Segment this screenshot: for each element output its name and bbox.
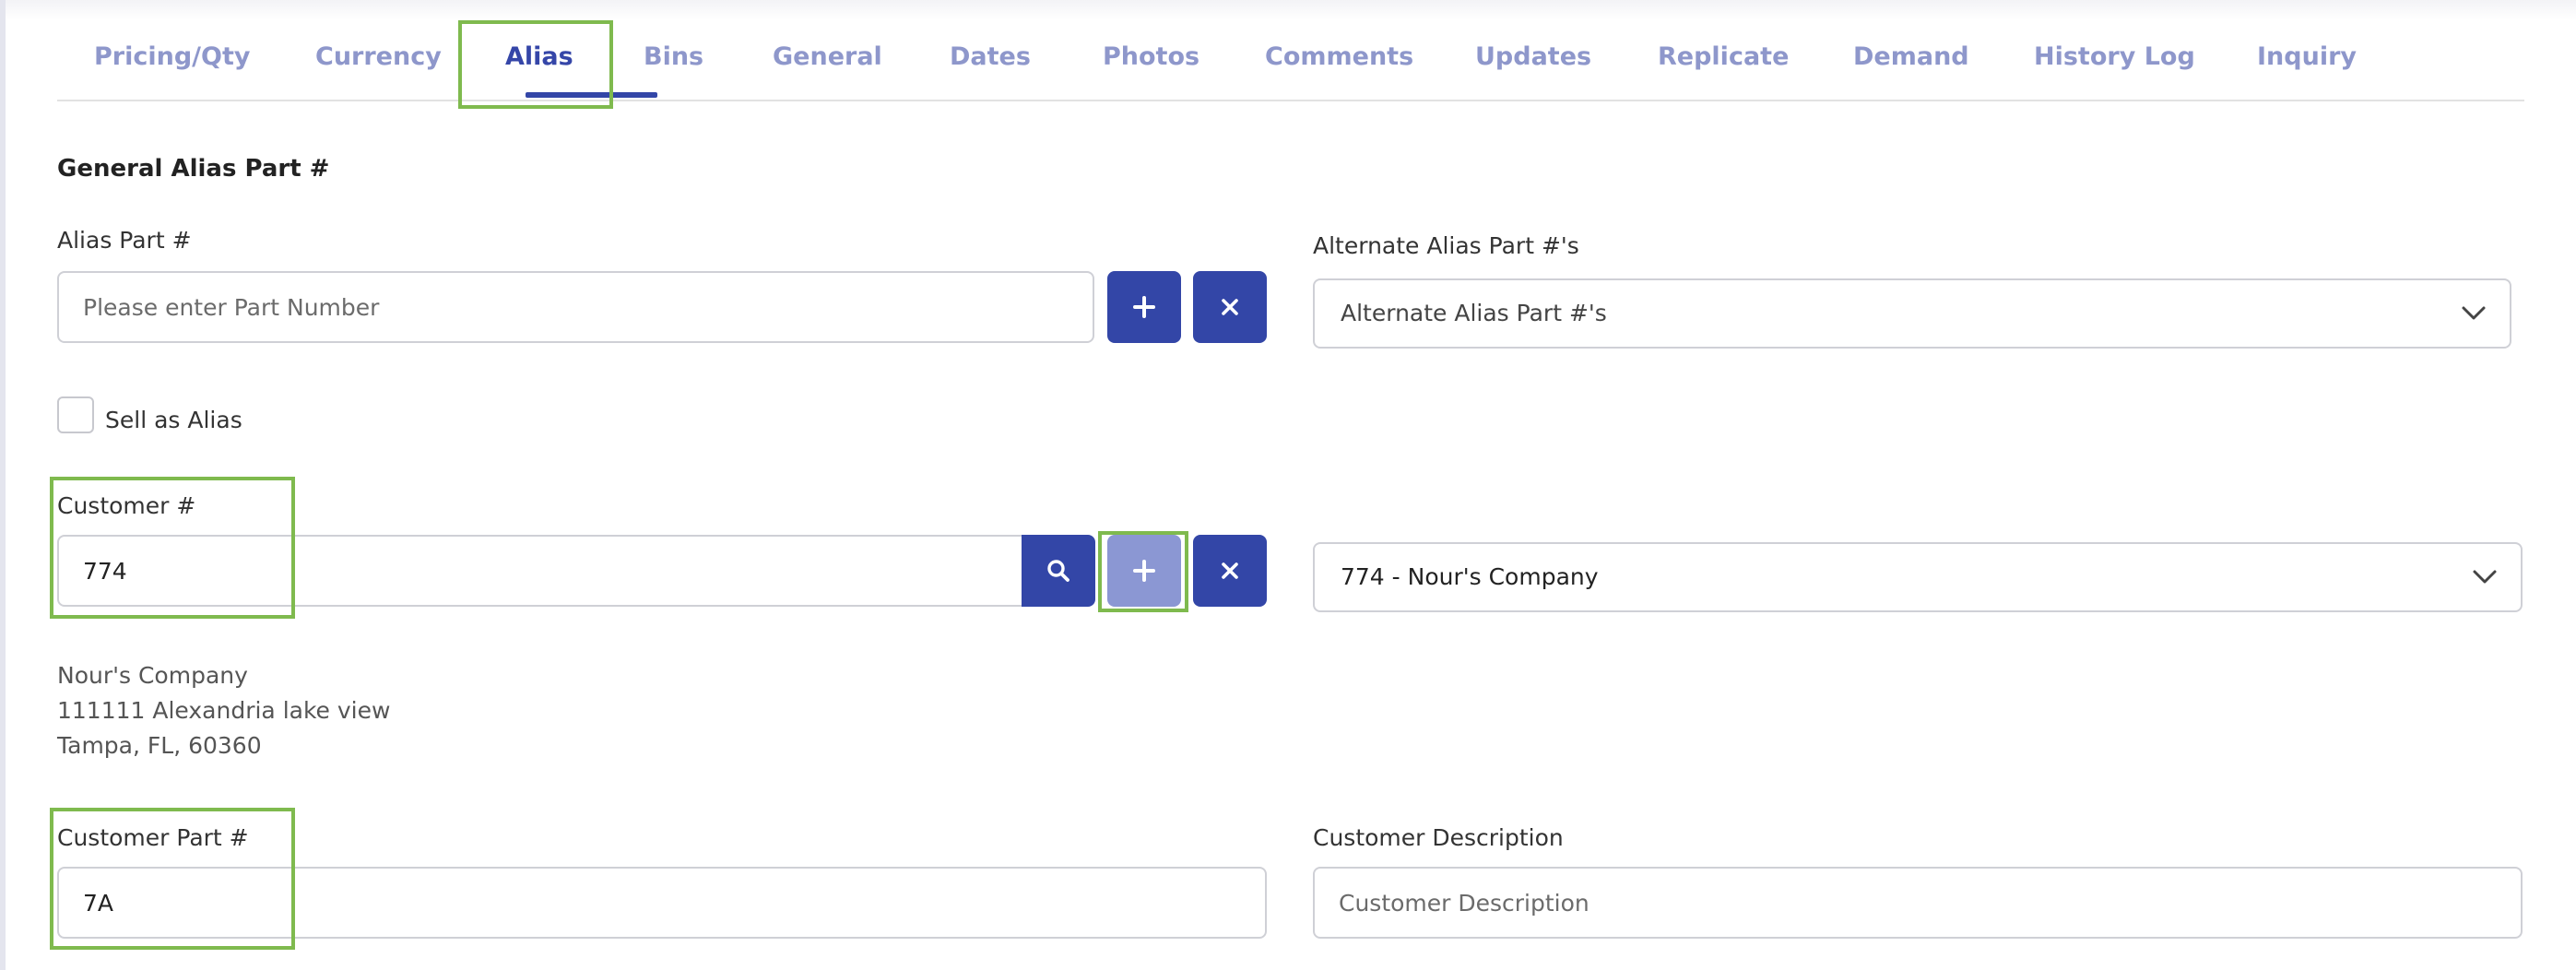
sell-as-alias-checkbox[interactable] bbox=[57, 396, 94, 433]
tab-general[interactable]: General bbox=[773, 0, 882, 100]
tab-photos[interactable]: Photos bbox=[1103, 0, 1199, 100]
tab-history-log[interactable]: History Log bbox=[2034, 0, 2195, 100]
tab-updates[interactable]: Updates bbox=[1475, 0, 1591, 100]
customer-name: Nour's Company bbox=[57, 662, 248, 689]
left-rail bbox=[0, 0, 6, 970]
tab-demand[interactable]: Demand bbox=[1853, 0, 1969, 100]
tab-comments[interactable]: Comments bbox=[1265, 0, 1413, 100]
close-icon bbox=[1222, 299, 1238, 315]
tab-dates[interactable]: Dates bbox=[950, 0, 1031, 100]
add-alias-button[interactable] bbox=[1107, 271, 1181, 343]
section-title: General Alias Part # bbox=[57, 155, 330, 183]
customer-description-label: Customer Description bbox=[1313, 824, 1564, 851]
search-icon bbox=[1047, 560, 1069, 582]
plus-icon bbox=[1133, 296, 1155, 318]
alternate-alias-select[interactable]: Alternate Alias Part #'s bbox=[1313, 278, 2511, 349]
customer-city: Tampa, FL, 60360 bbox=[57, 732, 262, 759]
alternate-alias-selected: Alternate Alias Part #'s bbox=[1341, 300, 1607, 326]
customer-number-label: Customer # bbox=[57, 492, 196, 519]
tab-bins[interactable]: Bins bbox=[644, 0, 703, 100]
clear-alias-button[interactable] bbox=[1193, 271, 1267, 343]
clear-customer-button[interactable] bbox=[1193, 535, 1267, 607]
customer-part-input[interactable] bbox=[57, 867, 1267, 939]
tab-currency[interactable]: Currency bbox=[315, 0, 442, 100]
alternate-alias-label: Alternate Alias Part #'s bbox=[1313, 232, 1579, 259]
tab-replicate[interactable]: Replicate bbox=[1658, 0, 1789, 100]
sell-as-alias-label: Sell as Alias bbox=[105, 407, 242, 433]
tab-inquiry[interactable]: Inquiry bbox=[2257, 0, 2357, 100]
customer-description-input[interactable] bbox=[1313, 867, 2523, 939]
add-customer-button[interactable] bbox=[1107, 535, 1181, 607]
tab-alias[interactable]: Alias bbox=[505, 0, 573, 100]
alias-part-label: Alias Part # bbox=[57, 227, 192, 254]
customer-selected: 774 - Nour's Company bbox=[1341, 563, 1599, 590]
customer-address: 111111 Alexandria lake view bbox=[57, 697, 391, 724]
active-tab-indicator bbox=[526, 92, 657, 98]
tab-bar: Pricing/Qty Currency Alias Bins General … bbox=[57, 0, 2524, 101]
customer-select[interactable]: 774 - Nour's Company bbox=[1313, 542, 2523, 612]
customer-number-input[interactable] bbox=[57, 535, 1023, 607]
chevron-down-icon bbox=[2473, 570, 2497, 584]
customer-part-label: Customer Part # bbox=[57, 824, 249, 851]
plus-icon bbox=[1133, 560, 1155, 582]
tab-pricing-qty[interactable]: Pricing/Qty bbox=[94, 0, 251, 100]
chevron-down-icon bbox=[2462, 306, 2486, 320]
close-icon bbox=[1222, 562, 1238, 579]
search-customer-button[interactable] bbox=[1022, 535, 1095, 607]
alias-part-input[interactable] bbox=[57, 271, 1094, 343]
